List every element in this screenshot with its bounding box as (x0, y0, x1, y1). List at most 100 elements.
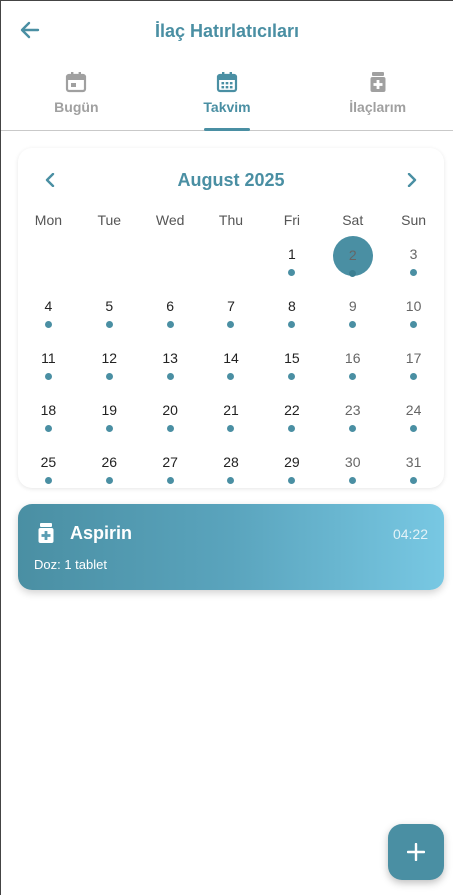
calendar-day-number: 6 (166, 298, 175, 314)
calendar-day-number: 15 (284, 350, 300, 366)
calendar-day[interactable]: 7 (201, 288, 262, 340)
calendar-day[interactable]: 28 (201, 444, 262, 488)
calendar-day[interactable]: 26 (79, 444, 140, 488)
calendar-day-number: 27 (162, 454, 178, 470)
calendar-day[interactable]: 11 (18, 340, 79, 392)
weekday-label: Sat (342, 212, 364, 228)
calendar-day[interactable]: 12 (79, 340, 140, 392)
calendar-day[interactable]: 15 (261, 340, 322, 392)
calendar-day-number: 28 (223, 454, 239, 470)
reminder-dot-marker (349, 270, 357, 277)
reminder-dot-marker (105, 477, 113, 484)
reminder-dot-marker (227, 373, 235, 380)
calendar-day-number: 20 (162, 402, 178, 418)
calendar-day-number: 3 (409, 246, 418, 262)
calendar-day-number: 13 (162, 350, 178, 366)
medication-time: 04:22 (392, 526, 428, 542)
medication-card[interactable]: Aspirin 04:22 Doz: 1 tablet (18, 504, 444, 590)
calendar-day-number: 9 (348, 298, 357, 314)
calendar-day[interactable]: 25 (18, 444, 79, 488)
reminder-dot-marker (227, 477, 235, 484)
calendar-day-number: 31 (405, 454, 422, 470)
calendar-day-number: 2 (348, 247, 357, 263)
calendar-day[interactable]: 20 (140, 392, 201, 444)
calendar-day[interactable]: 5 (79, 288, 140, 340)
chevron-right-icon (407, 173, 417, 187)
calendar-day-number: 4 (44, 298, 53, 314)
calendar-day[interactable]: 30 (322, 444, 383, 488)
calendar-day[interactable]: 19 (79, 392, 140, 444)
weekday-label: Thu (218, 212, 244, 228)
calendar-day-number: 18 (40, 402, 57, 418)
calendar-day[interactable]: 13 (140, 340, 201, 392)
reminder-dot-marker (410, 477, 418, 484)
reminder-dot-marker (166, 477, 174, 484)
reminder-dot-marker (288, 477, 296, 484)
tab-calendar-label: Takvim (203, 99, 251, 115)
reminder-dot-marker (105, 373, 113, 380)
calendar-day[interactable]: 4 (18, 288, 79, 340)
calendar-day[interactable]: 23 (322, 392, 383, 444)
calendar-day-number: 26 (101, 454, 118, 470)
reminder-dot-marker (166, 321, 174, 328)
calendar-day-selected[interactable]: 2 (322, 236, 383, 288)
calendar-day[interactable]: 9 (322, 288, 383, 340)
calendar-day[interactable]: 18 (18, 392, 79, 444)
previous-month-button[interactable] (40, 170, 60, 190)
app-header: İlaç Hatırlatıcıları (1, 1, 453, 61)
calendar-day[interactable]: 31 (383, 444, 444, 488)
calendar-day[interactable]: 22 (261, 392, 322, 444)
add-medication-button[interactable] (388, 824, 444, 880)
reminder-dot-marker (105, 321, 113, 328)
weekday-label: Fri (283, 212, 301, 228)
reminder-dot-marker (349, 373, 357, 380)
calendar-day[interactable]: 16 (322, 340, 383, 392)
calendar-day[interactable]: 29 (261, 444, 322, 488)
weekday-label: Sun (401, 212, 427, 228)
tab-calendar[interactable]: Takvim (152, 61, 303, 131)
reminder-dot-marker (410, 373, 418, 380)
calendar-day[interactable]: 27 (140, 444, 201, 488)
calendar-day-number: 12 (101, 350, 118, 366)
calendar-day[interactable]: 1 (261, 236, 322, 288)
medication-icon (370, 72, 386, 92)
tab-today[interactable]: Bugün (1, 61, 152, 130)
reminder-dot-marker (227, 321, 235, 328)
calendar-day[interactable]: 14 (201, 340, 262, 392)
calendar-empty-cell (140, 236, 201, 288)
reminder-dot-marker (349, 477, 357, 484)
calendar-day[interactable]: 17 (383, 340, 444, 392)
arrow-left-icon (20, 21, 40, 39)
calendar-day-number: 8 (287, 298, 296, 314)
reminder-dot-marker (410, 425, 418, 432)
page-title: İlaç Hatırlatıcıları (154, 20, 300, 41)
reminder-dot-marker (410, 321, 418, 328)
calendar-empty-cell (201, 236, 262, 288)
reminder-dot-marker (349, 321, 357, 328)
tab-bar: Bugün Takvim İlaçlarım (1, 61, 453, 131)
next-month-button[interactable] (402, 170, 422, 190)
calendar-day-number: 16 (344, 350, 361, 366)
calendar-day-grid: 1 2 3 4 5 6 7 8 9 10 11 12 13 14 15 16 17 18 19 20 21 22 23 24 2… (18, 234, 444, 488)
reminder-dot-marker (288, 373, 296, 380)
calendar-today-icon (66, 72, 87, 93)
calendar-day[interactable]: 8 (261, 288, 322, 340)
calendar-day-number: 23 (344, 402, 361, 418)
reminder-dot-marker (288, 269, 296, 276)
calendar-day-number: 11 (41, 350, 56, 366)
back-button[interactable] (17, 17, 43, 43)
tab-today-label: Bugün (54, 99, 99, 115)
tab-medications[interactable]: İlaçlarım (302, 61, 453, 130)
calendar-day[interactable]: 3 (383, 236, 444, 288)
calendar-day[interactable]: 6 (140, 288, 201, 340)
calendar-day-number: 30 (344, 454, 361, 470)
chevron-left-icon (45, 173, 55, 187)
reminder-dot-marker (44, 425, 52, 432)
calendar-day-number: 17 (405, 350, 422, 366)
calendar-day[interactable]: 24 (383, 392, 444, 444)
calendar-day[interactable]: 10 (383, 288, 444, 340)
reminder-dot-marker (349, 425, 357, 432)
calendar-day-number: 10 (405, 298, 422, 314)
calendar-day-number: 21 (223, 402, 239, 418)
calendar-day[interactable]: 21 (201, 392, 262, 444)
